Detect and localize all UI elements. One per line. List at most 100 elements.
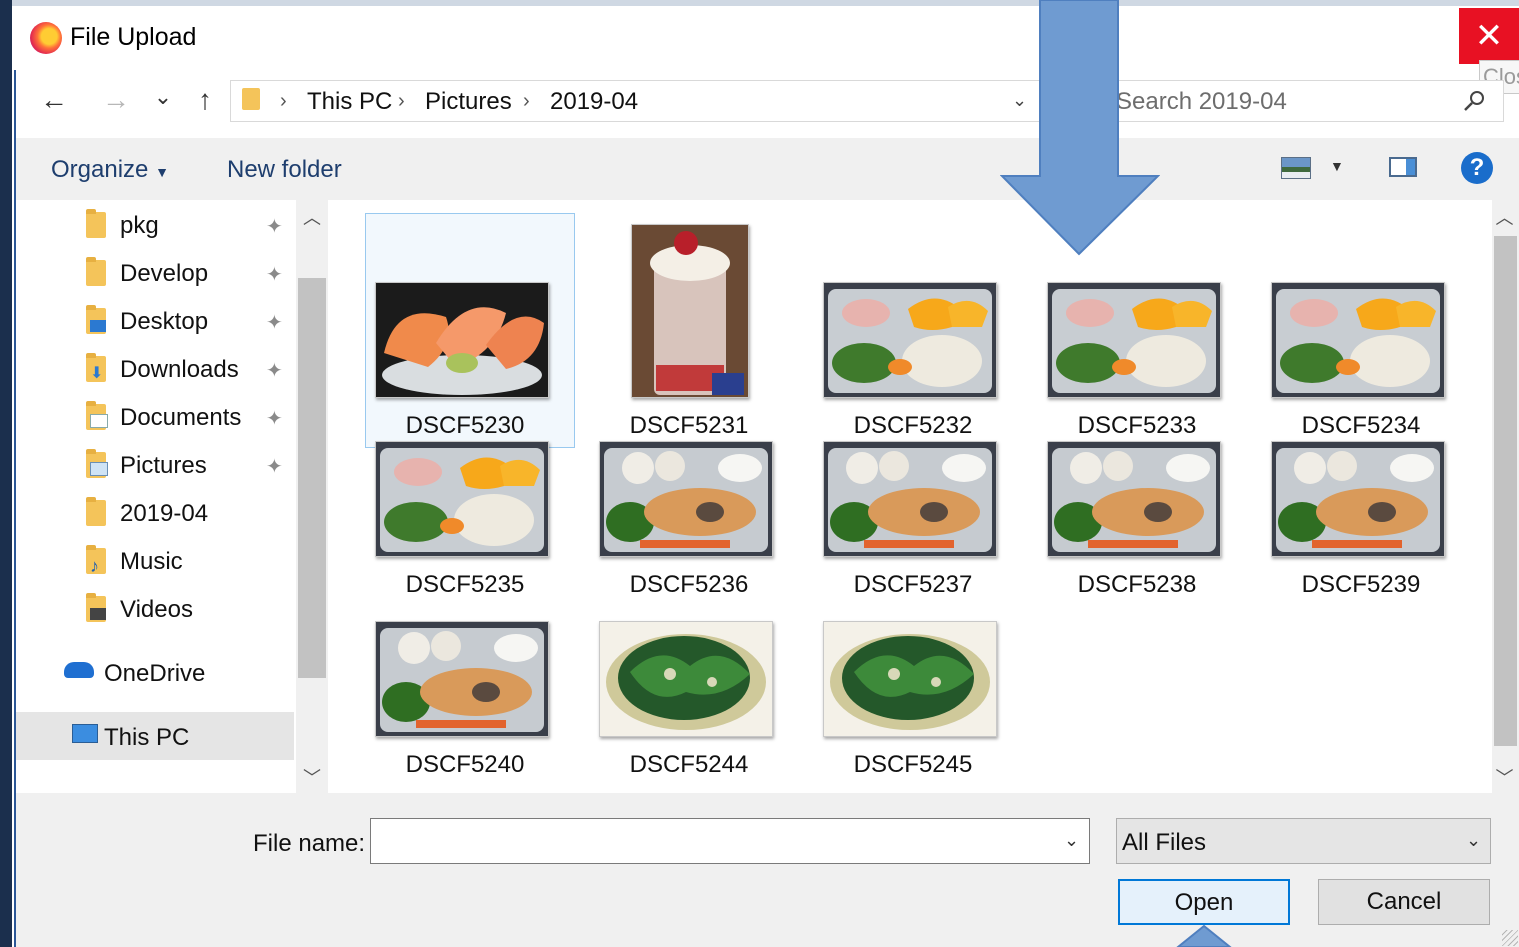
- firefox-icon: [30, 22, 62, 54]
- file-thumbnail: [375, 621, 549, 737]
- change-view-icon[interactable]: [1281, 157, 1311, 179]
- file-thumbnail: [375, 282, 549, 398]
- nav-item-develop[interactable]: Develop ✦: [16, 250, 296, 298]
- close-button[interactable]: ✕: [1459, 8, 1519, 64]
- scroll-up-arrow-icon[interactable]: ︿: [296, 204, 328, 230]
- file-name-label: DSCF5239: [1301, 571, 1421, 598]
- scroll-down-arrow-icon[interactable]: ﹀: [1490, 764, 1519, 790]
- downloads-folder-icon: ⬇: [86, 353, 106, 382]
- music-folder-icon: ♪: [86, 545, 106, 575]
- nav-item-label: Desktop: [120, 308, 209, 335]
- scroll-down-arrow-icon[interactable]: ﹀: [296, 764, 328, 790]
- file-name-input[interactable]: [370, 818, 1090, 864]
- nav-item-label: This PC: [104, 724, 190, 751]
- nav-item-pictures[interactable]: Pictures ✦: [16, 442, 296, 490]
- pin-icon: ✦: [266, 264, 283, 286]
- up-button[interactable]: ↑: [188, 84, 222, 116]
- bottom-panel: [16, 793, 1519, 947]
- breadcrumb-separator: ›: [280, 90, 287, 112]
- file-name-label: DSCF5240: [405, 751, 525, 778]
- nav-item-label: Develop: [120, 260, 209, 287]
- file-thumbnail: [599, 621, 773, 737]
- annotation-up-arrow: [1176, 924, 1232, 947]
- file-name-label: DSCF5244: [629, 751, 749, 778]
- file-tile[interactable]: DSCF5240: [360, 573, 570, 799]
- organize-menu[interactable]: Organize ▼: [51, 156, 169, 184]
- nav-item-desktop[interactable]: Desktop ✦: [16, 298, 296, 346]
- file-thumbnail: [823, 282, 997, 398]
- file-thumbnail: [823, 441, 997, 557]
- breadcrumb-separator: ›: [398, 90, 405, 112]
- file-thumbnail: [599, 441, 773, 557]
- breadcrumb-separator: ›: [523, 90, 530, 112]
- file-thumbnail: [631, 224, 749, 398]
- folder-icon: [86, 209, 106, 238]
- folder-icon: [86, 257, 106, 286]
- nav-item-downloads[interactable]: ⬇ Downloads ✦: [16, 346, 296, 394]
- file-thumbnail: [1271, 441, 1445, 557]
- nav-item-documents[interactable]: Documents ✦: [16, 394, 296, 442]
- file-thumbnail: [375, 441, 549, 557]
- nav-item-label: Videos: [120, 596, 193, 623]
- view-options-dropdown-icon[interactable]: ▼: [1330, 158, 1344, 174]
- organize-label: Organize: [51, 156, 149, 183]
- pin-icon: ✦: [266, 408, 283, 430]
- nav-item-music[interactable]: ♪ Music: [16, 538, 296, 586]
- videos-folder-icon: [86, 593, 106, 622]
- folder-icon: [86, 497, 106, 526]
- annotation-down-arrow: [1000, 0, 1160, 256]
- preview-pane-icon[interactable]: [1389, 157, 1417, 177]
- nav-item-label: Documents: [120, 404, 242, 431]
- new-folder-button[interactable]: New folder: [227, 156, 342, 184]
- forward-button[interactable]: →: [98, 84, 134, 116]
- file-name-label: DSCF5245: [853, 751, 973, 778]
- resize-grip-icon[interactable]: [1502, 930, 1518, 946]
- file-name-label: DSCF5238: [1077, 571, 1197, 598]
- file-tile[interactable]: DSCF5238: [1032, 393, 1242, 619]
- recent-locations-button[interactable]: ⌄: [150, 84, 176, 110]
- pin-icon: ✦: [266, 456, 283, 478]
- dropdown-arrow-icon: ▼: [155, 164, 169, 180]
- nav-item-pkg[interactable]: pkg ✦: [16, 202, 296, 250]
- file-thumbnail: [823, 621, 997, 737]
- cancel-button[interactable]: Cancel: [1318, 879, 1490, 925]
- search-icon[interactable]: [1462, 88, 1488, 114]
- nav-item-2019-04[interactable]: 2019-04: [16, 490, 296, 538]
- documents-folder-icon: [86, 401, 108, 430]
- file-tile[interactable]: DSCF5244: [584, 573, 794, 799]
- back-button[interactable]: ←: [36, 84, 72, 116]
- help-button[interactable]: ?: [1461, 152, 1493, 184]
- breadcrumb-2019-04[interactable]: 2019-04: [550, 88, 638, 116]
- nav-pane-scroll-thumb[interactable]: [298, 278, 326, 678]
- window-frame-left: [0, 0, 12, 947]
- nav-item-label: Downloads: [120, 356, 239, 383]
- breadcrumb-this-pc[interactable]: This PC: [307, 88, 392, 116]
- computer-icon: [72, 724, 98, 743]
- nav-item-label: OneDrive: [104, 660, 206, 687]
- folder-icon: [242, 88, 260, 110]
- nav-item-onedrive[interactable]: OneDrive: [16, 650, 296, 698]
- pin-icon: ✦: [266, 216, 283, 238]
- file-type-chevron-icon: ⌄: [1466, 830, 1482, 850]
- nav-item-this-pc[interactable]: This PC: [16, 714, 296, 762]
- file-name-label: File name:: [253, 830, 366, 857]
- nav-item-label: 2019-04: [120, 500, 209, 527]
- file-tile[interactable]: DSCF5245: [808, 573, 1018, 799]
- onedrive-cloud-icon: [64, 662, 94, 678]
- file-tile[interactable]: DSCF5239: [1256, 393, 1466, 619]
- nav-item-label: pkg: [120, 212, 159, 239]
- file-thumbnail: [1047, 282, 1221, 398]
- nav-item-label: Pictures: [120, 452, 207, 479]
- open-button[interactable]: Open: [1118, 879, 1290, 925]
- file-list-scroll-thumb[interactable]: [1494, 236, 1517, 746]
- pin-icon: ✦: [266, 312, 283, 334]
- window-title: File Upload: [70, 23, 197, 51]
- file-thumbnail: [1047, 441, 1221, 557]
- scroll-up-arrow-icon[interactable]: ︿: [1490, 204, 1519, 230]
- file-name-dropdown-chevron-icon[interactable]: ⌄: [1064, 830, 1079, 851]
- nav-item-label: Music: [120, 548, 183, 575]
- desktop-folder-icon: [86, 305, 106, 334]
- breadcrumb-pictures[interactable]: Pictures: [425, 88, 512, 116]
- file-thumbnail: [1271, 282, 1445, 398]
- nav-item-videos[interactable]: Videos: [16, 586, 296, 634]
